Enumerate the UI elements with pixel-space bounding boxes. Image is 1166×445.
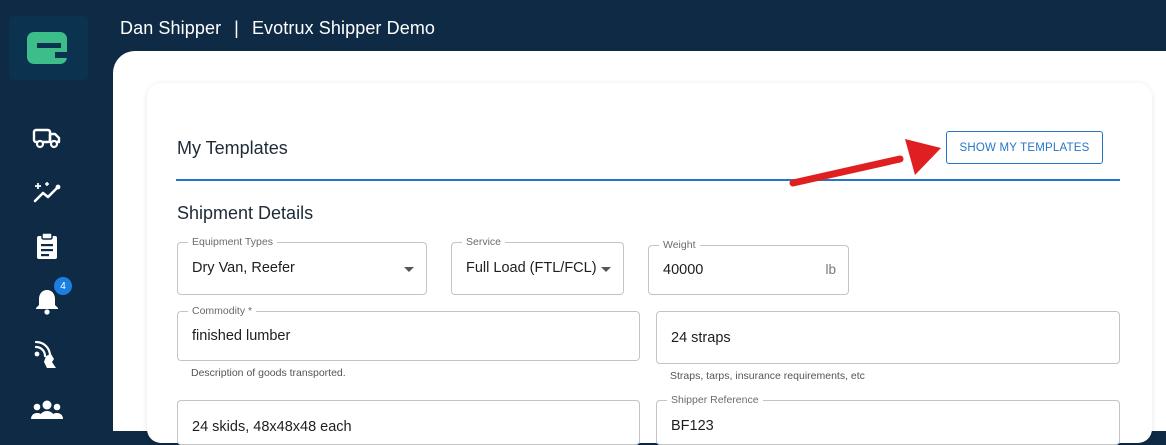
shipper-reference-value: BF123: [671, 418, 714, 434]
header-breadcrumb: Dan Shipper | Evotrux Shipper Demo: [120, 18, 435, 39]
shipper-reference-label: Shipper Reference: [667, 394, 763, 406]
users-icon: [31, 400, 63, 419]
header-separator: |: [234, 18, 239, 38]
chevron-down-icon: [404, 267, 414, 272]
evotrux-logo-icon: [27, 32, 69, 64]
commodity-value: finished lumber: [192, 328, 291, 344]
company-name: Evotrux Shipper Demo: [251, 18, 436, 38]
clipboard-icon: [37, 232, 57, 259]
equipment-types-value: Dry Van, Reefer: [192, 260, 295, 276]
chevron-down-icon: [601, 267, 611, 272]
requirements-value: 24 straps: [671, 330, 731, 346]
nav-orders[interactable]: [30, 231, 64, 261]
templates-title: My Templates: [177, 138, 288, 158]
commodity-input[interactable]: Commodity * finished lumber: [177, 305, 640, 361]
packaging-input[interactable]: 24 skids, 48x48x48 each: [177, 400, 640, 445]
nav-users[interactable]: [30, 394, 64, 424]
truck-icon: [32, 128, 61, 149]
app-logo[interactable]: [9, 16, 88, 80]
service-select[interactable]: Service Full Load (FTL/FCL): [451, 236, 624, 295]
equipment-types-label: Equipment Types: [188, 236, 277, 248]
weight-input[interactable]: Weight 40000 lb: [648, 239, 849, 295]
templates-divider: [176, 179, 1120, 181]
weight-label: Weight: [659, 239, 700, 251]
requirements-helper-text: Straps, tarps, insurance requirements, e…: [670, 370, 865, 382]
user-name: Dan Shipper: [120, 18, 222, 38]
commodity-label: Commodity *: [188, 305, 257, 317]
shipment-details-title: Shipment Details: [177, 203, 314, 223]
requirements-input[interactable]: 24 straps: [656, 311, 1120, 364]
weight-unit: lb: [825, 262, 836, 277]
shipper-reference-input[interactable]: Shipper Reference BF123: [656, 394, 1120, 445]
tracking-icon: [34, 341, 56, 368]
nav-analytics[interactable]: [30, 178, 64, 208]
weight-value: 40000: [663, 262, 704, 278]
notification-badge: 4: [53, 276, 73, 296]
show-templates-button[interactable]: SHOW MY TEMPLATES: [946, 131, 1103, 164]
commodity-helper-text: Description of goods transported.: [191, 367, 346, 379]
service-label: Service: [462, 236, 506, 248]
analytics-icon: [33, 182, 61, 203]
nav-tracking[interactable]: [30, 340, 64, 370]
equipment-types-select[interactable]: Equipment Types Dry Van, Reefer: [177, 236, 427, 295]
sidebar: 4: [0, 0, 113, 431]
nav-loads[interactable]: [30, 123, 64, 153]
service-value: Full Load (FTL/FCL): [466, 260, 597, 276]
packaging-value: 24 skids, 48x48x48 each: [192, 419, 352, 435]
